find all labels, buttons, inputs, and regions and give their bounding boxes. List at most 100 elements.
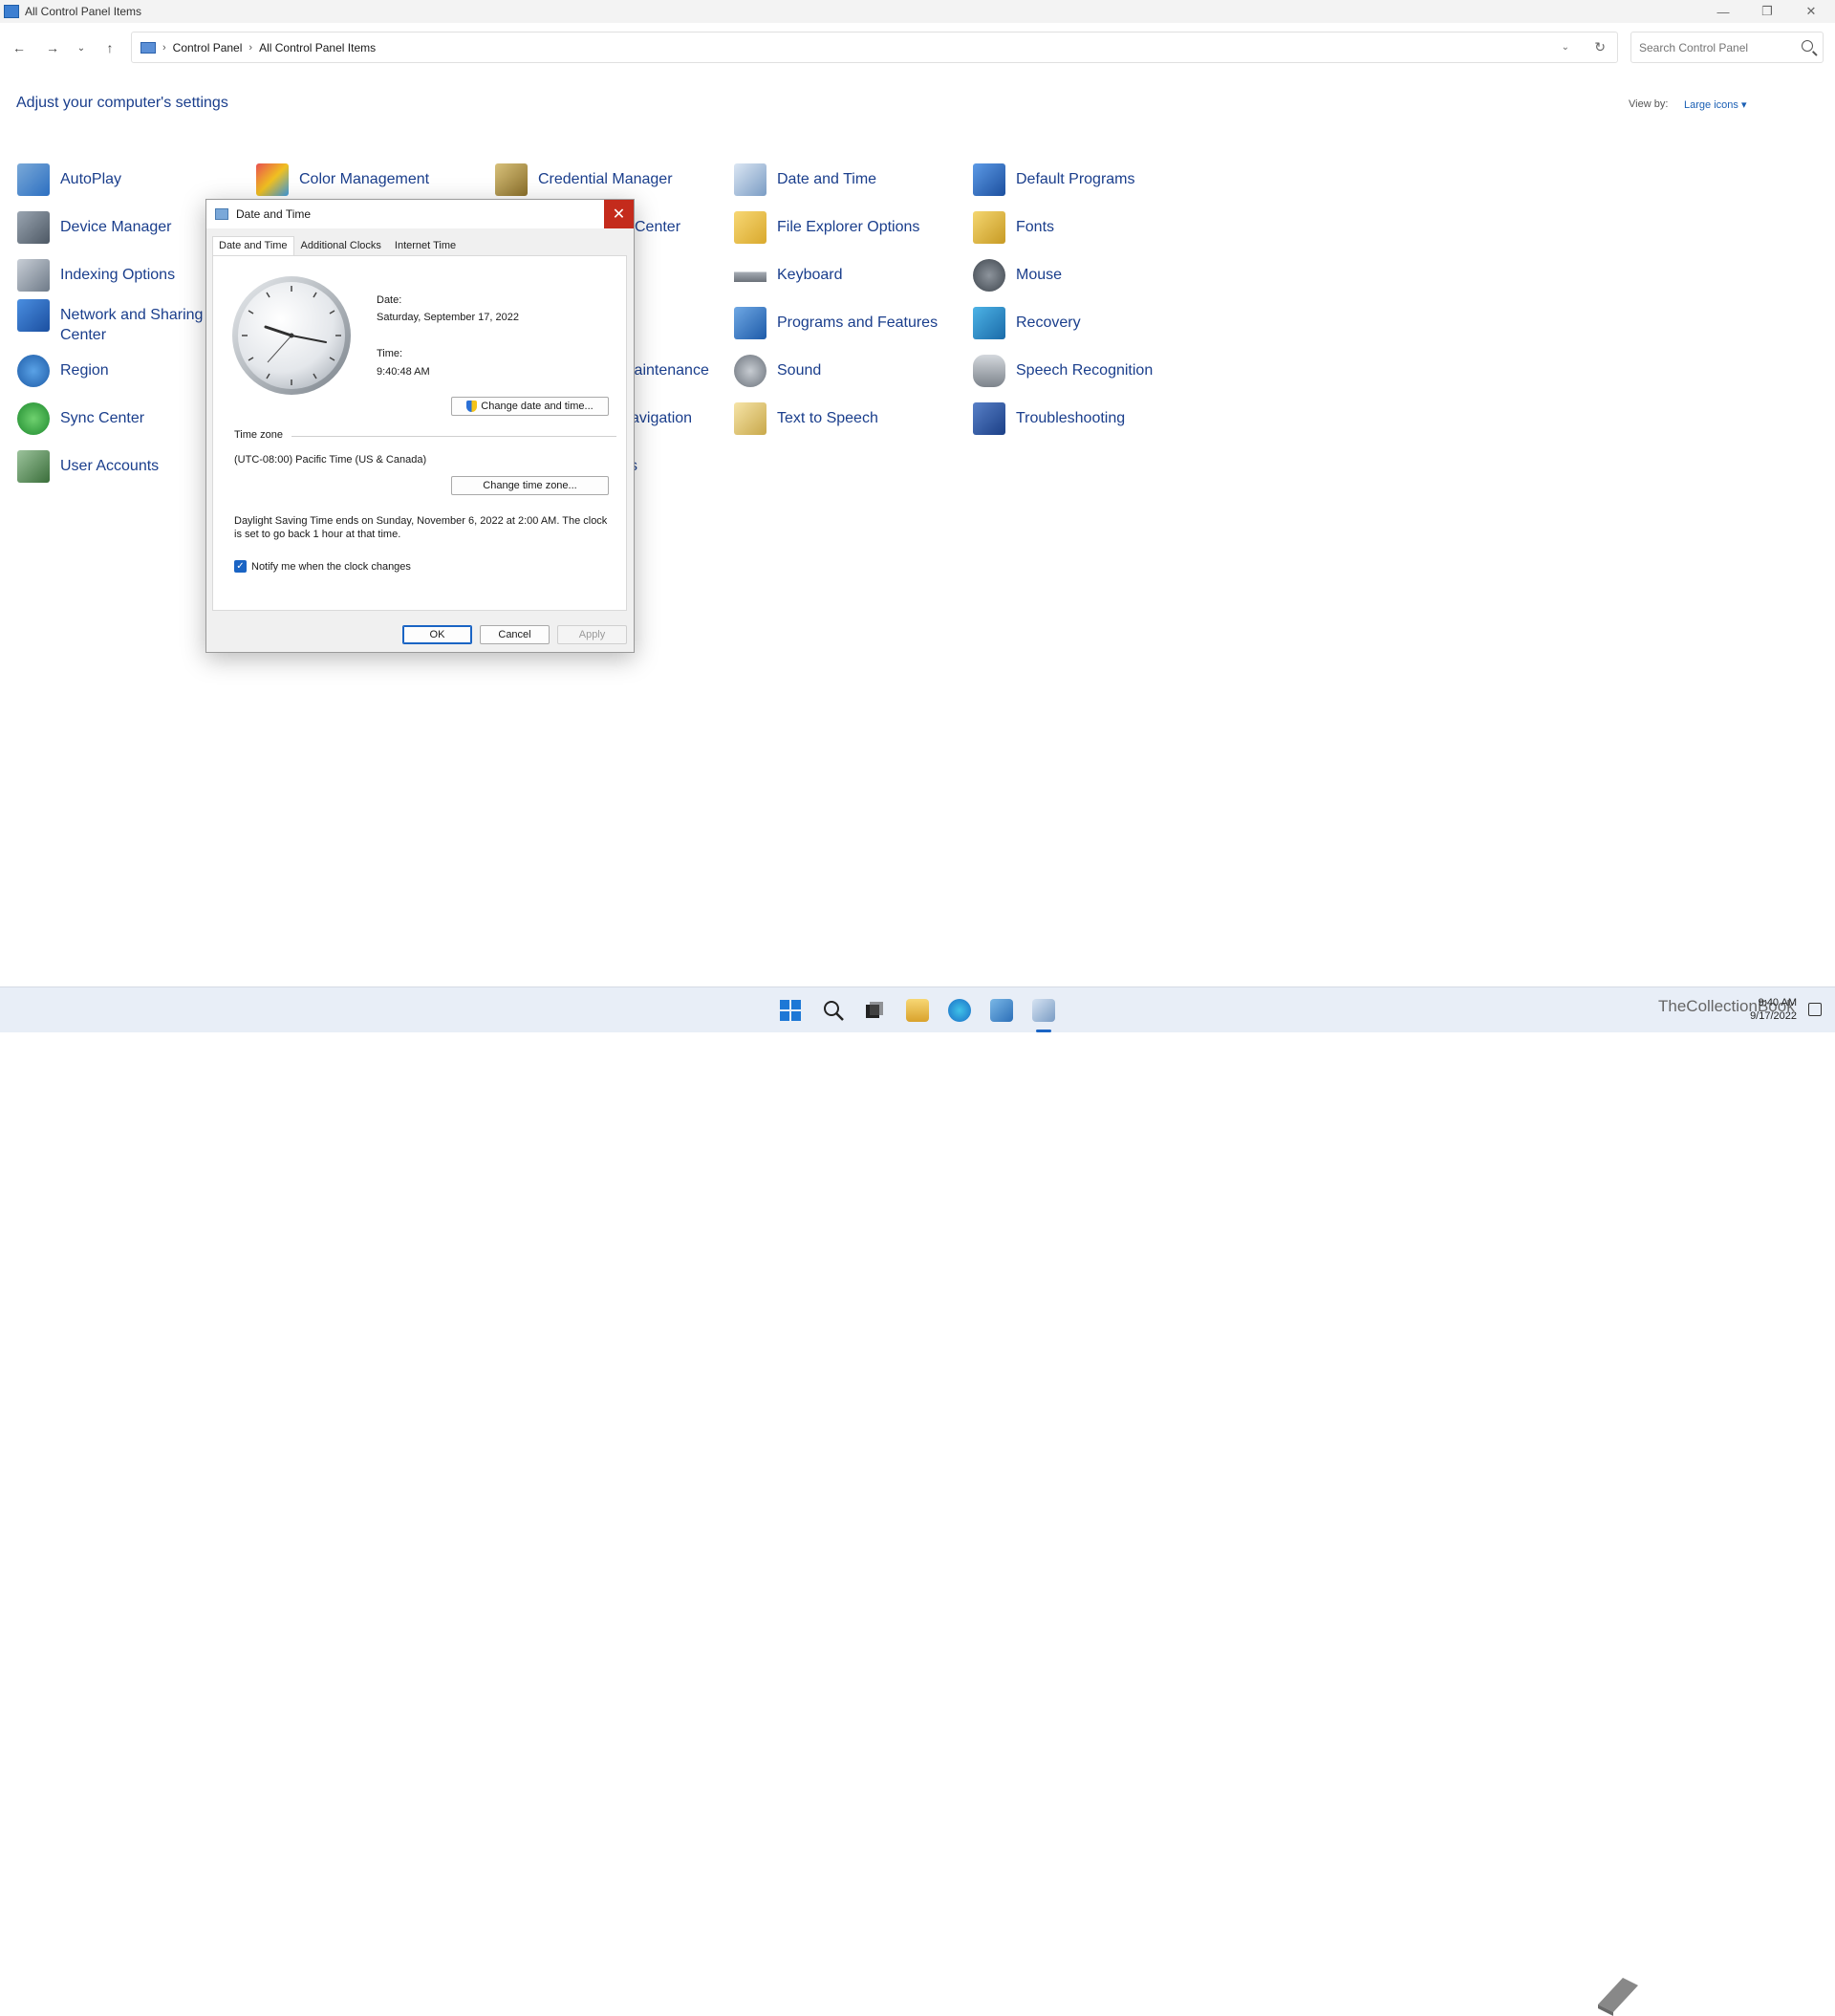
item-sound[interactable]: Sound [734,355,954,387]
restore-button[interactable]: ❐ [1745,0,1789,23]
cancel-button[interactable]: Cancel [480,625,550,644]
address-dropdown-chevron-icon[interactable]: ⌄ [1562,42,1569,53]
start-windows-icon[interactable] [779,999,802,1022]
item-navigation-partial[interactable]: avigation [631,402,726,428]
clock-date: 9/17/2022 [1750,1010,1797,1022]
tab-additional-clocks[interactable]: Additional Clocks [294,236,388,256]
item-label: Mouse [1016,267,1063,283]
minimize-button[interactable]: — [1701,0,1745,23]
autoplay-icon [17,163,50,196]
task-view-icon[interactable] [863,999,886,1022]
breadcrumb-control-panel[interactable]: Control Panel [173,41,243,54]
item-label: AutoPlay [60,171,122,187]
change-timezone-button[interactable]: Change time zone... [451,476,609,495]
item-network-sharing[interactable]: Network and Sharing Center [17,299,208,345]
tab-internet-time[interactable]: Internet Time [388,236,463,256]
item-text-to-speech[interactable]: Text to Speech [734,402,954,435]
notify-checkbox-row[interactable]: ✓ Notify me when the clock changes [234,560,411,573]
item-label: Indexing Options [60,267,176,283]
item-indexing-options[interactable]: Indexing Options [17,259,237,292]
clock-icon [232,276,351,395]
breadcrumb[interactable]: › Control Panel › All Control Panel Item… [131,32,1618,63]
clock-time: 9:40 AM [1758,997,1797,1008]
divider [291,436,616,437]
time-label: Time: [377,348,403,359]
item-user-accounts[interactable]: User Accounts [17,450,237,483]
item-sync-center[interactable]: Sync Center [17,402,237,435]
analog-clock [229,273,354,398]
item-region[interactable]: Region [17,355,237,387]
item-maintenance-partial[interactable]: laintenance [631,355,726,380]
file-explorer-icon[interactable] [906,999,929,1022]
breadcrumb-all-items[interactable]: All Control Panel Items [259,41,376,54]
control-panel-taskbar-icon[interactable] [990,999,1013,1022]
item-label: Center [635,219,681,235]
date-label: Date: [377,294,402,306]
item-file-explorer-options[interactable]: File Explorer Options [734,211,954,244]
book-watermark-icon [1598,1978,1638,2016]
item-label: Troubleshooting [1016,410,1126,426]
date-time-taskbar-icon[interactable] [1032,999,1055,1022]
up-arrow-icon[interactable]: ↑ [100,38,119,57]
notify-label: Notify me when the clock changes [251,560,411,573]
recent-locations-chevron-icon[interactable]: ⌄ [72,38,91,57]
dialog-tabs: Date and Time Additional Clocks Internet… [212,236,463,256]
item-label: User Accounts [60,458,160,474]
notify-checkbox[interactable]: ✓ [234,560,247,573]
item-device-manager[interactable]: Device Manager [17,211,237,244]
default-programs-icon [973,163,1005,196]
apply-button[interactable]: Apply [557,625,627,644]
notifications-icon[interactable] [1808,1003,1822,1016]
item-default-programs[interactable]: Default Programs [973,163,1193,196]
keyboard-icon [734,259,766,292]
search-input[interactable] [1639,40,1792,54]
dialog-close-button[interactable]: ✕ [604,200,634,228]
item-label: Sync Center [60,410,145,426]
item-credential-manager[interactable]: Credential Manager [495,163,715,196]
edge-browser-icon[interactable] [948,999,971,1022]
recovery-icon [973,307,1005,339]
item-mouse[interactable]: Mouse [973,259,1193,292]
item-programs-features[interactable]: Programs and Features [734,307,954,339]
magnifier-icon [824,1001,844,1021]
item-fonts[interactable]: Fonts [973,211,1193,244]
microphone-icon [973,355,1005,387]
item-speech-recognition[interactable]: Speech Recognition [973,355,1193,387]
search-icon [1802,40,1813,52]
item-label: Device Manager [60,219,172,235]
item-center-partial[interactable]: Center [635,211,711,237]
address-bar: ← → ⌄ ↑ › Control Panel › All Control Pa… [0,31,1835,65]
item-keyboard[interactable]: Keyboard [734,259,954,292]
tab-date-and-time[interactable]: Date and Time [212,236,294,256]
credential-manager-icon [495,163,528,196]
folder-icon [734,211,766,244]
date-time-panel: Date: Saturday, September 17, 2022 Time:… [212,255,627,611]
sync-icon [17,402,50,435]
item-label: laintenance [631,362,709,379]
item-label: Recovery [1016,314,1081,331]
close-window-button[interactable]: ✕ [1789,0,1833,23]
back-arrow-icon[interactable]: ← [10,38,29,57]
window-titlebar: All Control Panel Items [0,0,1835,23]
item-autoplay[interactable]: AutoPlay [17,163,237,196]
close-icon: ✕ [612,206,626,223]
ok-button[interactable]: OK [402,625,472,644]
task-view-glyph-icon [866,1002,883,1018]
item-date-and-time[interactable]: Date and Time [734,163,954,196]
system-clock[interactable]: 9:40 AM 9/17/2022 [1750,996,1797,1023]
item-label: Color Management [299,171,430,187]
change-date-time-button[interactable]: Change date and time... [451,397,609,416]
search-field[interactable] [1630,32,1824,63]
control-panel-icon [140,41,156,54]
device-manager-icon [17,211,50,244]
item-color-management[interactable]: Color Management [256,163,476,196]
item-troubleshooting[interactable]: Troubleshooting [973,402,1193,435]
search-taskbar-icon[interactable] [822,999,845,1022]
item-label: Default Programs [1016,171,1135,187]
forward-arrow-icon[interactable]: → [43,38,62,57]
view-by-dropdown[interactable]: Large icons ▾ [1684,98,1746,111]
uac-shield-icon [466,401,478,412]
item-recovery[interactable]: Recovery [973,307,1193,339]
timezone-heading: Time zone [234,429,283,441]
refresh-icon[interactable]: ↻ [1594,39,1606,55]
